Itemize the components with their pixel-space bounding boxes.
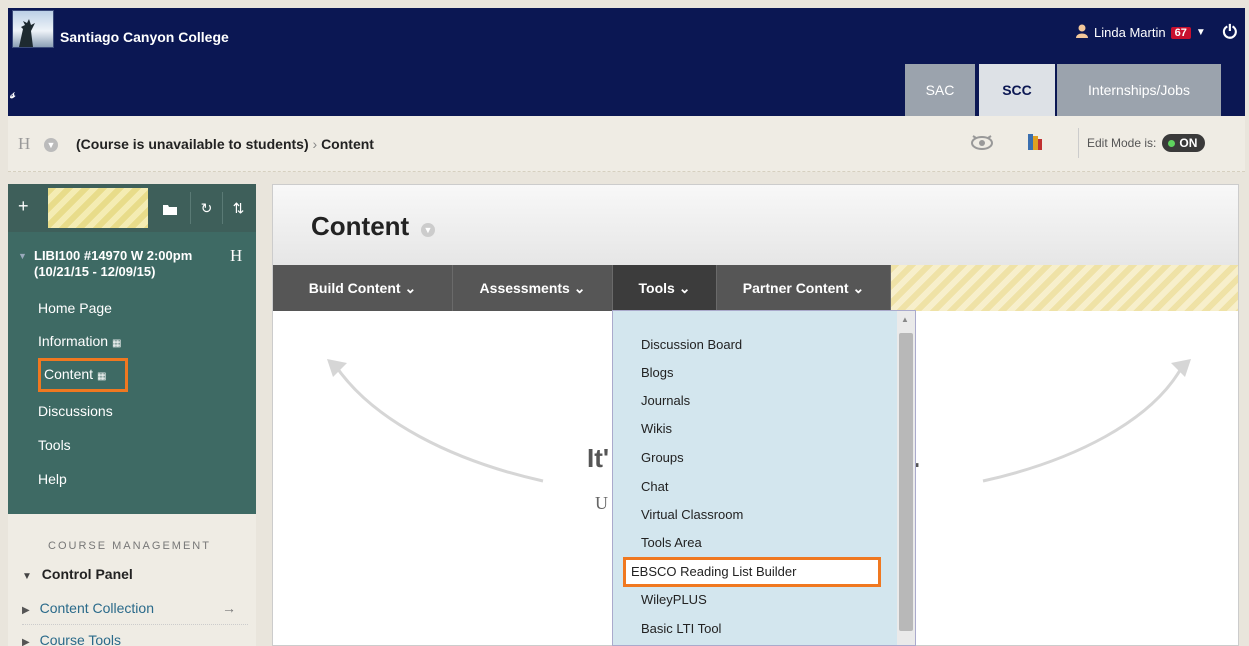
menu-item-journals[interactable]: Journals bbox=[641, 393, 690, 408]
sidebar-toolbar-stripe bbox=[48, 188, 148, 228]
mgmt-link-label: Course Tools bbox=[39, 632, 122, 646]
refresh-icon[interactable]: ↻ bbox=[190, 192, 222, 224]
sort-icon[interactable]: ⇅ bbox=[222, 192, 254, 224]
chevron-down-icon: ⌄ bbox=[573, 280, 586, 296]
menu-item-wikis[interactable]: Wikis bbox=[641, 421, 672, 436]
menu-item-basic-lti-tool[interactable]: Basic LTI Tool bbox=[641, 621, 721, 636]
tab-internships-jobs[interactable]: Internships/Jobs bbox=[1057, 64, 1221, 116]
edit-mode-label: Edit Mode is: bbox=[1087, 136, 1157, 150]
management-title: COURSE MANAGEMENT bbox=[48, 540, 211, 552]
course-h-glyph[interactable]: H bbox=[230, 246, 242, 266]
breadcrumb: (Course is unavailable to students) › Co… bbox=[76, 136, 374, 152]
chevron-down-icon[interactable]: ▼ bbox=[1196, 27, 1206, 38]
menu-item-groups[interactable]: Groups bbox=[641, 450, 684, 465]
user-menu[interactable]: Linda Martin 67 ▼ ⏻ bbox=[1075, 22, 1237, 43]
menu-item-blogs[interactable]: Blogs bbox=[641, 365, 674, 380]
course-title[interactable]: LIBI100 #14970 W 2:00pm (10/21/15 - 12/0… bbox=[34, 248, 234, 280]
chevron-down-icon[interactable]: ▼ bbox=[44, 138, 58, 152]
breadcrumb-bar: H ▼ (Course is unavailable to students) … bbox=[8, 116, 1245, 172]
action-bar-stripe bbox=[891, 265, 1238, 311]
menu-item-chat[interactable]: Chat bbox=[641, 479, 668, 494]
sidebar-item-information[interactable]: Information ▦ bbox=[38, 333, 121, 349]
course-status[interactable]: (Course is unavailable to students) bbox=[76, 136, 309, 152]
header: Santiago Canyon College 𝓈 Linda Martin 6… bbox=[8, 8, 1245, 116]
arrow-right-decoration bbox=[982, 359, 1191, 483]
menu-page-icon: ▦ bbox=[96, 371, 107, 382]
menu-item-ebsco-reading-list-builder[interactable]: EBSCO Reading List Builder bbox=[631, 564, 796, 579]
button-label: Partner Content bbox=[742, 280, 849, 296]
pin-icon[interactable]: 𝓈 bbox=[10, 86, 15, 102]
course-management: COURSE MANAGEMENT ▼ Control Panel ▶ Cont… bbox=[8, 514, 256, 646]
empty-submessage: U bbox=[595, 493, 608, 513]
add-menu-item-icon[interactable]: + bbox=[18, 196, 29, 217]
expand-arrow-icon: ▶ bbox=[22, 605, 30, 616]
empty-message: It' bbox=[587, 443, 610, 473]
folder-icon[interactable] bbox=[154, 192, 186, 224]
college-name[interactable]: Santiago Canyon College bbox=[60, 29, 229, 45]
tools-button[interactable]: Tools ⌄ bbox=[613, 265, 717, 311]
scrollbar-thumb[interactable] bbox=[899, 333, 913, 631]
edit-mode-value: ON bbox=[1179, 136, 1198, 150]
user-icon bbox=[1075, 24, 1089, 41]
student-preview-icon[interactable] bbox=[970, 132, 994, 154]
button-label: Tools bbox=[638, 280, 675, 296]
chevron-down-icon[interactable]: ▼ bbox=[421, 223, 435, 237]
college-logo[interactable] bbox=[12, 10, 54, 48]
course-menu: ▼ LIBI100 #14970 W 2:00pm (10/21/15 - 12… bbox=[8, 232, 256, 514]
menu-item-virtual-classroom[interactable]: Virtual Classroom bbox=[641, 507, 743, 522]
sidebar-item-label: Content bbox=[44, 366, 94, 382]
button-label: Build Content bbox=[308, 280, 401, 296]
control-panel-label: Control Panel bbox=[41, 566, 133, 582]
collapse-arrow-icon[interactable]: ▼ bbox=[18, 251, 27, 261]
edit-mode-control: Edit Mode is: ON bbox=[1078, 128, 1228, 158]
scrollbar[interactable]: ▲ bbox=[897, 311, 915, 645]
assessments-button[interactable]: Assessments ⌄ bbox=[453, 265, 613, 311]
partner-content-button[interactable]: Partner Content ⌄ bbox=[717, 265, 891, 311]
expand-arrow-icon: ▶ bbox=[22, 637, 30, 646]
user-name[interactable]: Linda Martin bbox=[1094, 25, 1166, 40]
notification-badge[interactable]: 67 bbox=[1170, 26, 1191, 39]
page-title: Content bbox=[311, 211, 410, 241]
mgmt-link-label: Content Collection bbox=[39, 600, 154, 616]
sidebar-item-help[interactable]: Help bbox=[38, 471, 67, 487]
arrow-right-icon[interactable]: → bbox=[222, 600, 236, 616]
tab-scc[interactable]: SCC bbox=[979, 64, 1055, 116]
tools-dropdown-menu: Discussion Board Blogs Journals Wikis Gr… bbox=[612, 310, 916, 646]
menu-item-tools-area[interactable]: Tools Area bbox=[641, 535, 702, 550]
menu-item-wileyplus[interactable]: WileyPLUS bbox=[641, 592, 707, 607]
sidebar-item-home-page[interactable]: Home Page bbox=[38, 300, 112, 316]
sidebar-item-label: Information bbox=[38, 333, 109, 349]
breadcrumb-separator: › bbox=[312, 136, 318, 152]
build-content-button[interactable]: Build Content ⌄ bbox=[273, 265, 453, 311]
action-bar: Build Content ⌄ Assessments ⌄ Tools ⌄ Pa… bbox=[273, 265, 1238, 311]
chevron-down-icon: ⌄ bbox=[404, 280, 417, 296]
chevron-down-icon: ⌄ bbox=[678, 280, 691, 296]
color-palette-icon[interactable] bbox=[1028, 134, 1042, 150]
scroll-up-icon[interactable]: ▲ bbox=[901, 315, 909, 324]
menu-page-icon: ▦ bbox=[111, 338, 122, 349]
collapse-arrow-icon: ▼ bbox=[22, 571, 32, 582]
content-header: Content ▼ bbox=[273, 185, 1238, 265]
course-h-glyph[interactable]: H bbox=[18, 134, 30, 154]
button-label: Assessments bbox=[479, 280, 570, 296]
menu-item-discussion-board[interactable]: Discussion Board bbox=[641, 337, 742, 352]
sidebar-item-tools[interactable]: Tools bbox=[38, 437, 71, 453]
sidebar-item-content[interactable]: Content ▦ bbox=[44, 366, 106, 382]
edit-mode-toggle[interactable]: ON bbox=[1162, 134, 1206, 152]
breadcrumb-current: Content bbox=[321, 136, 374, 152]
status-dot-icon bbox=[1168, 139, 1176, 147]
sidebar-item-discussions[interactable]: Discussions bbox=[38, 403, 113, 419]
control-panel-heading[interactable]: ▼ Control Panel bbox=[22, 566, 133, 582]
link-course-tools[interactable]: ▶ Course Tools bbox=[22, 632, 121, 646]
sidebar-toolbar: + ↻ ⇅ bbox=[8, 184, 256, 232]
divider bbox=[22, 624, 248, 625]
link-content-collection[interactable]: ▶ Content Collection bbox=[22, 600, 154, 616]
tab-sac[interactable]: SAC bbox=[905, 64, 975, 116]
power-icon[interactable]: ⏻ bbox=[1223, 22, 1237, 43]
arrow-left-decoration bbox=[327, 359, 544, 483]
chevron-down-icon: ⌄ bbox=[852, 280, 865, 296]
